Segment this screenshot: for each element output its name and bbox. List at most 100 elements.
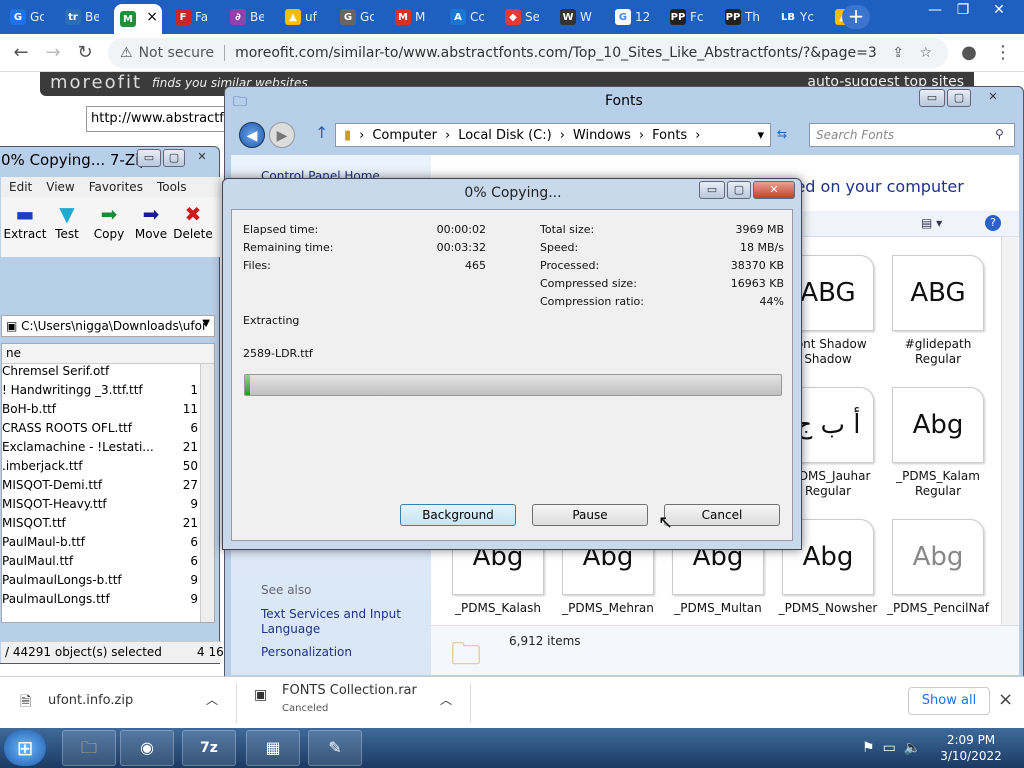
toolbar-extract-button[interactable]: ▬ Extract (3, 201, 47, 241)
address-bar[interactable]: ⚠ Not secure moreofit.com/similar-to/www… (108, 38, 948, 68)
download-item[interactable]: 🗎 ufont.info.zip ︿ (20, 677, 230, 727)
browser-tab[interactable]: PP Fc (664, 4, 704, 30)
chevron-up-icon[interactable]: ︿ (206, 691, 218, 708)
reload-icon[interactable]: ↻ (72, 40, 98, 66)
close-button[interactable]: ✕ (187, 149, 217, 167)
breadcrumb-item[interactable]: Computer (372, 128, 437, 143)
new-tab-button[interactable]: + (842, 5, 870, 29)
search-input[interactable]: Search Fonts (809, 123, 1015, 147)
file-row[interactable]: CRASS ROOTS OFL.ttf 6 (2, 421, 202, 440)
menu-item[interactable]: View (46, 180, 74, 194)
minimize-button[interactable]: ▭ (137, 149, 161, 167)
file-row[interactable]: PaulMaul.ttf 6 (2, 554, 202, 573)
paint-taskbar-icon[interactable]: ✎ (308, 730, 362, 766)
browser-tab[interactable]: ▲ uf (279, 4, 319, 30)
file-row[interactable]: .imberjack.ttf 50 (2, 459, 202, 478)
back-icon[interactable]: ← (8, 40, 34, 66)
help-icon[interactable]: ? (985, 215, 1001, 231)
share-icon[interactable]: ⇪ (892, 45, 904, 61)
file-row[interactable]: PaulmaulLongs.ttf 9 (2, 592, 202, 611)
browser-tab[interactable]: ∂ Be (224, 4, 264, 30)
scrollbar[interactable] (200, 364, 214, 622)
up-arrow-icon[interactable]: ↑ (315, 123, 328, 142)
browser-tab[interactable]: A Cc (444, 4, 484, 30)
close-button[interactable]: ✕ (753, 181, 795, 199)
font-tile[interactable]: Abg _PDMS_PencilNaf (883, 519, 993, 616)
file-row[interactable]: BoH-b.ttf 11 (2, 402, 202, 421)
browser-tab[interactable]: G 12 (609, 4, 649, 30)
browser-tab[interactable]: M × (114, 4, 162, 34)
minimize-button[interactable]: ▭ (699, 181, 725, 199)
menu-item[interactable]: Favorites (89, 180, 143, 194)
toolbar-test-button[interactable]: ▼ Test (45, 201, 89, 241)
clock[interactable]: 2:09 PM 3/10/2022 (936, 732, 1006, 764)
column-header-name[interactable]: ne (2, 344, 214, 364)
cancel-button[interactable]: Cancel (664, 504, 780, 526)
file-row[interactable]: Exclamachine - !Lestati... 21 (2, 440, 202, 459)
close-tab-icon[interactable]: × (146, 9, 158, 25)
breadcrumb-item[interactable]: Windows (573, 128, 631, 143)
browser-tab[interactable]: ◆ Se (499, 4, 539, 30)
volume-icon[interactable]: 🔈 (904, 740, 921, 756)
menu-kebab-icon[interactable]: ⋮ (990, 40, 1016, 66)
network-icon[interactable]: ▭ (883, 740, 896, 756)
background-button[interactable]: Background (400, 504, 516, 526)
browser-tab[interactable]: MM (389, 4, 429, 30)
action-center-icon[interactable]: ⚑ (862, 740, 875, 756)
chevron-down-icon[interactable]: ▾ (757, 128, 764, 143)
browser-tab[interactable]: F Fa (169, 4, 209, 30)
file-row[interactable]: ! Handwritingg _3.ttf.ttf 1 (2, 383, 202, 402)
7zip-taskbar-icon[interactable]: 7z (182, 730, 236, 766)
pause-button[interactable]: Pause (532, 504, 648, 526)
personalization-link[interactable]: Personalization (261, 645, 352, 659)
address-breadcrumb[interactable]: ▮ › Computer › Local Disk (C:) › Windows › Fonts… (335, 123, 771, 147)
browser-tab[interactable]: tr Be (59, 4, 99, 30)
breadcrumb-separator-icon[interactable]: › (445, 128, 450, 143)
breadcrumb-separator-icon[interactable]: › (639, 128, 644, 143)
forward-icon[interactable]: → (40, 40, 66, 66)
explorer-taskbar-icon[interactable]: 🗀 (62, 730, 116, 766)
bookmark-star-icon[interactable]: ☆ (919, 45, 932, 61)
site-url-input[interactable]: http://www.abstractfon (86, 106, 236, 132)
view-options-icon[interactable]: ▤ ▾ (921, 216, 942, 230)
maximize-button[interactable]: ▢ (163, 149, 185, 167)
font-tile[interactable]: Abg _PDMS_Kalam Regular (883, 387, 993, 499)
browser-tab[interactable]: G Gc (4, 4, 44, 30)
text-services-link[interactable]: Text Services and Input Language (261, 607, 411, 637)
minimize-button[interactable]: — (920, 0, 950, 22)
toolbar-move-button[interactable]: ➡ Move (129, 201, 173, 241)
maximize-button[interactable]: ▢ (947, 89, 971, 107)
chrome-taskbar-icon[interactable]: ◉ (120, 730, 174, 766)
refresh-icon[interactable]: ⇆ (777, 127, 787, 141)
toolbar-delete-button[interactable]: ✖ Delete (171, 201, 215, 241)
site-logo[interactable]: moreofit (50, 72, 142, 93)
search-icon[interactable]: ⚲ (995, 127, 1004, 141)
file-row[interactable]: MISQOT.ttf 21 (2, 516, 202, 535)
file-row[interactable]: MISQOT-Demi.ttf 27 (2, 478, 202, 497)
breadcrumb-separator-icon[interactable]: › (695, 128, 700, 143)
file-row[interactable]: PaulMaul-b.ttf 6 (2, 535, 202, 554)
file-row[interactable]: MISQOT-Heavy.ttf 9 (2, 497, 202, 516)
file-row[interactable]: PaulmaulLongs-b.ttf 9 (2, 573, 202, 592)
menu-item[interactable]: Edit (9, 180, 32, 194)
close-window-button[interactable]: ✕ (984, 0, 1014, 22)
close-button[interactable]: ✕ (975, 89, 1011, 107)
back-icon[interactable]: ◀ (239, 122, 265, 148)
browser-tab[interactable]: WW (554, 4, 594, 30)
close-shelf-icon[interactable]: × (998, 689, 1013, 710)
menu-item[interactable]: Tools (157, 180, 187, 194)
breadcrumb-separator-icon[interactable]: › (359, 128, 364, 143)
start-button[interactable]: ⊞ (4, 730, 46, 766)
path-field[interactable]: ▣ C:\Users\nigga\Downloads\ufor ▼ (1, 315, 215, 337)
breadcrumb-separator-icon[interactable]: › (560, 128, 565, 143)
chevron-down-icon[interactable]: ▼ (202, 318, 210, 329)
profile-icon[interactable]: ● (956, 40, 982, 66)
browser-tab[interactable]: G Gc (334, 4, 374, 30)
control-panel-taskbar-icon[interactable]: ▦ (246, 730, 300, 766)
breadcrumb-item[interactable]: Fonts (652, 128, 687, 143)
forward-icon[interactable]: ▶ (269, 122, 295, 148)
maximize-button[interactable]: ▢ (727, 181, 751, 199)
toolbar-copy-button[interactable]: ➡ Copy (87, 201, 131, 241)
browser-tab[interactable]: PP Th (719, 4, 759, 30)
scrollbar[interactable] (1001, 237, 1018, 625)
